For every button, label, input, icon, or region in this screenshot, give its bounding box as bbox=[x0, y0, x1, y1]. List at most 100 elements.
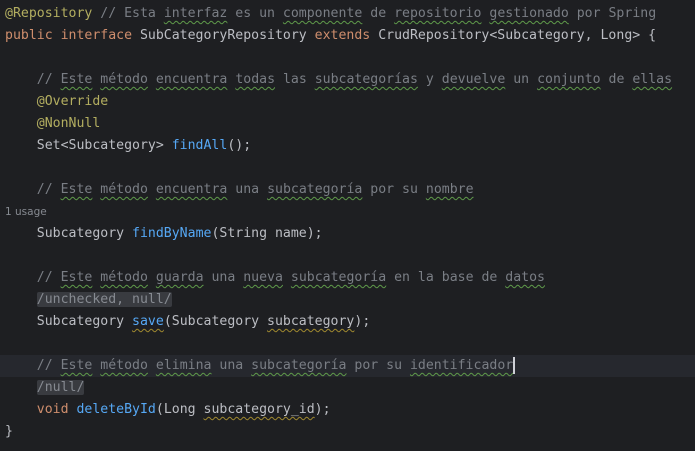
code-token: en la base de bbox=[386, 270, 506, 285]
code-token: guarda bbox=[155, 270, 204, 285]
code-token: SubCategoryRepository bbox=[139, 28, 315, 43]
code-token: @Override bbox=[5, 94, 109, 109]
code-token: de bbox=[600, 72, 633, 87]
code-token: // bbox=[5, 270, 61, 285]
code-token: método bbox=[100, 270, 148, 285]
code-line[interactable]: // Este método encuentra todas las subca… bbox=[0, 69, 695, 91]
code-token: componente bbox=[282, 6, 363, 21]
code-token: // bbox=[5, 72, 61, 87]
code-token: subcategoría bbox=[251, 358, 347, 373]
code-token: una bbox=[211, 358, 252, 373]
code-token: subcategorías bbox=[314, 72, 418, 87]
code-line[interactable]: @Override bbox=[0, 91, 695, 113]
code-token: // bbox=[5, 358, 61, 373]
code-token: gestionado bbox=[489, 6, 569, 21]
code-token: (String name); bbox=[211, 226, 323, 241]
code-token: save bbox=[132, 314, 164, 329]
code-line[interactable]: /unchecked, null/ bbox=[0, 289, 695, 311]
code-token: subcategory bbox=[267, 314, 355, 329]
code-token: devuelve bbox=[441, 72, 506, 87]
code-token: una bbox=[203, 270, 244, 285]
code-line[interactable]: // Este método encuentra una subcategorí… bbox=[0, 179, 695, 201]
code-line[interactable]: public interface SubCategoryRepository e… bbox=[0, 25, 695, 47]
code-token: datos bbox=[505, 270, 545, 285]
code-token[interactable]: 1 usage bbox=[5, 206, 47, 218]
code-line[interactable]: // Este método elimina una subcategoría … bbox=[0, 355, 695, 377]
code-line[interactable]: // Este método guarda una nueva subcateg… bbox=[0, 267, 695, 289]
code-token: findByName bbox=[132, 226, 212, 241]
code-token: ellas bbox=[632, 72, 673, 87]
code-token: interfaz bbox=[163, 6, 228, 21]
code-token: por su bbox=[362, 182, 426, 197]
code-token: (); bbox=[227, 138, 252, 153]
code-line[interactable]: void deleteById(Long subcategory_id); bbox=[0, 399, 695, 421]
code-line[interactable]: ​ bbox=[0, 245, 695, 267]
code-line[interactable]: ​ bbox=[0, 333, 695, 355]
code-token: extends bbox=[314, 28, 379, 43]
code-token: todas bbox=[235, 72, 276, 87]
code-token: nombre bbox=[425, 182, 474, 197]
code-token: public interface bbox=[5, 28, 140, 43]
inlay-hint: /unchecked, null/ bbox=[36, 292, 172, 307]
code-token: subcategory_id bbox=[203, 402, 315, 417]
code-token: // bbox=[5, 182, 61, 197]
code-token: } bbox=[5, 424, 13, 439]
code-token: ); bbox=[314, 402, 331, 417]
code-token: @NonNull bbox=[5, 116, 101, 131]
code-token: método bbox=[100, 358, 148, 373]
code-token: nueva bbox=[243, 270, 283, 285]
code-line[interactable]: ​ bbox=[0, 157, 695, 179]
code-token: void bbox=[5, 402, 77, 417]
code-token: Este bbox=[60, 358, 93, 373]
code-token: // Esta bbox=[92, 6, 164, 21]
code-token: ); bbox=[354, 314, 371, 329]
code-token: (Subcategory bbox=[163, 314, 268, 329]
code-token: Subcategory bbox=[5, 226, 133, 241]
code-token: findAll bbox=[171, 138, 228, 153]
code-line[interactable]: } bbox=[0, 421, 695, 443]
code-token: CrudRepository<Subcategory, Long> { bbox=[378, 28, 657, 43]
code-token: por su bbox=[346, 358, 410, 373]
code-token: de bbox=[362, 6, 395, 21]
code-token: @Repository bbox=[5, 6, 93, 21]
code-editor[interactable]: @Repository // Esta interfaz es un compo… bbox=[0, 3, 695, 443]
code-token: una bbox=[227, 182, 268, 197]
code-token: deleteById bbox=[76, 402, 156, 417]
code-token: método bbox=[100, 72, 148, 87]
code-token: subcategoría bbox=[267, 182, 363, 197]
code-line[interactable]: Subcategory save(Subcategory subcategory… bbox=[0, 311, 695, 333]
code-token: y bbox=[417, 72, 442, 87]
code-token: es un bbox=[227, 6, 283, 21]
code-token: repositorio bbox=[394, 6, 482, 21]
code-token: Este bbox=[60, 270, 93, 285]
text-caret bbox=[513, 356, 516, 374]
code-line[interactable]: Subcategory findByName(String name); bbox=[0, 223, 695, 245]
code-line[interactable]: ​ bbox=[0, 47, 695, 69]
usage-hint[interactable]: 1 usage bbox=[0, 201, 695, 223]
code-token: Subcategory bbox=[5, 314, 133, 329]
code-token: Este bbox=[60, 72, 93, 87]
code-token: conjunto bbox=[537, 72, 601, 87]
inlay-hint: /null/ bbox=[36, 380, 85, 395]
code-token: método bbox=[100, 182, 148, 197]
code-line[interactable]: @NonNull bbox=[0, 113, 695, 135]
code-token: por Spring bbox=[568, 6, 657, 21]
code-token: elimina bbox=[155, 358, 212, 373]
code-line[interactable]: /null/ bbox=[0, 377, 695, 399]
code-token: subcategoría bbox=[290, 270, 387, 285]
code-token: un bbox=[505, 72, 538, 87]
code-line[interactable]: @Repository // Esta interfaz es un compo… bbox=[0, 3, 695, 25]
code-token: Este bbox=[60, 182, 93, 197]
code-token: encuentra bbox=[155, 72, 228, 87]
code-line[interactable]: Set<Subcategory> findAll(); bbox=[0, 135, 695, 157]
code-token: identificador bbox=[409, 358, 514, 373]
code-token: (Long bbox=[155, 402, 204, 417]
code-token: encuentra bbox=[155, 182, 228, 197]
